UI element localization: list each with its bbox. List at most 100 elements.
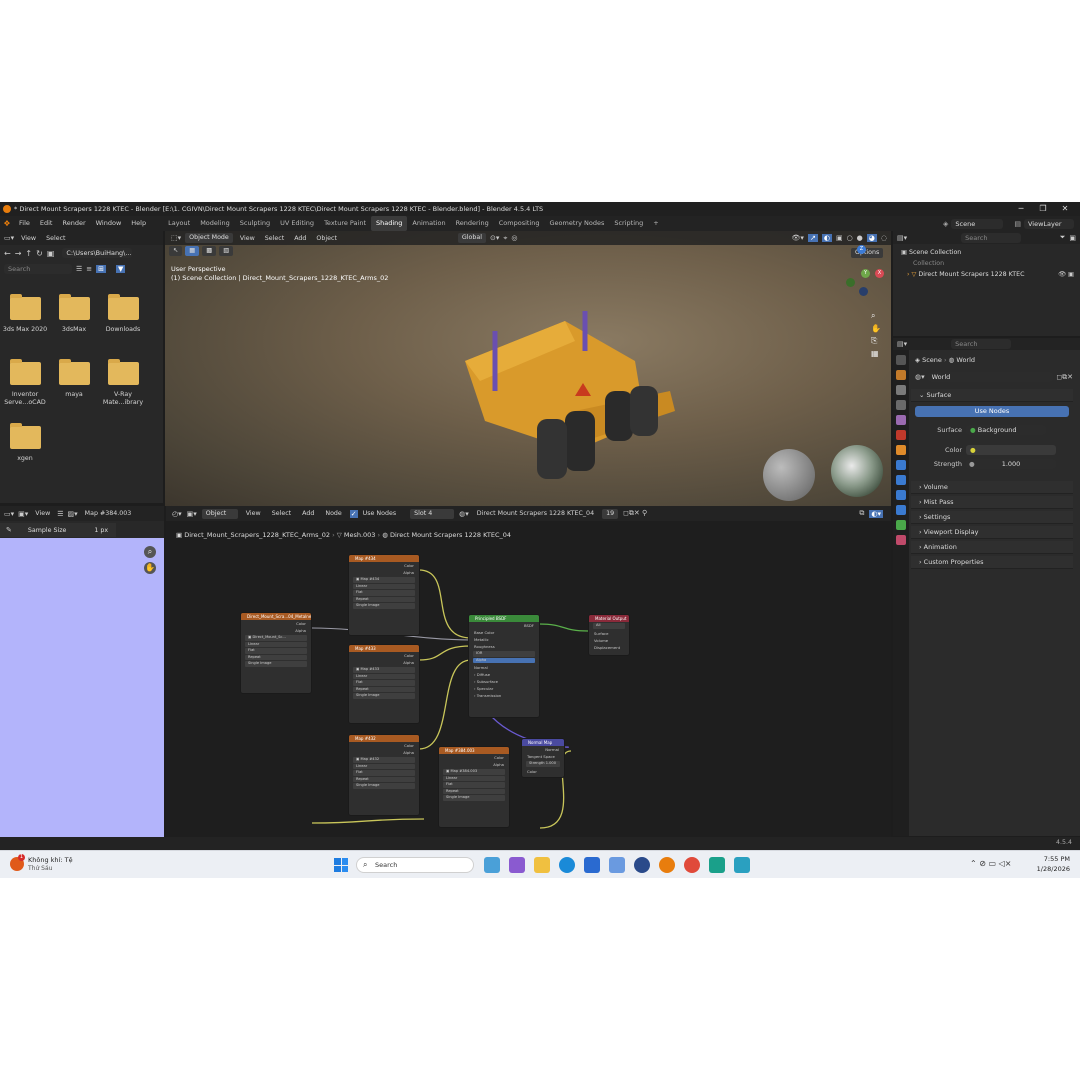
node-field[interactable]: Linear bbox=[443, 775, 505, 781]
app-icon[interactable] bbox=[634, 857, 650, 873]
clock-time[interactable]: 7:55 PM bbox=[1030, 855, 1070, 863]
node-field[interactable]: Flat bbox=[245, 648, 307, 654]
new-collection-icon[interactable]: ▣ bbox=[1069, 234, 1076, 242]
node-field[interactable]: Single Image bbox=[443, 795, 505, 801]
node-field[interactable]: ▣ Map #433 bbox=[353, 667, 415, 673]
surface-header[interactable]: ⌄ Surface bbox=[911, 389, 1073, 402]
node-field[interactable]: Linear bbox=[353, 673, 415, 679]
node-field[interactable]: Flat bbox=[443, 782, 505, 788]
node-field[interactable]: ▣ Direct_Mount_Sc... bbox=[245, 635, 307, 641]
store-icon[interactable] bbox=[584, 857, 600, 873]
view-layer-selector[interactable]: ViewLayer bbox=[1024, 218, 1074, 229]
fake-user-icon[interactable]: ◻⧉✕ bbox=[1056, 373, 1073, 382]
gizmo-z-axis[interactable]: Z bbox=[857, 245, 866, 254]
rendered-shading-icon[interactable]: ◌ bbox=[881, 234, 887, 242]
outliner-editor-icon[interactable]: ▤▾ bbox=[897, 234, 907, 242]
outliner-collection[interactable]: Collection bbox=[893, 258, 1080, 269]
folder-item[interactable]: maya bbox=[51, 359, 97, 399]
file-explorer-icon[interactable] bbox=[534, 857, 550, 873]
data-tab-icon[interactable] bbox=[896, 520, 906, 530]
image-texture-node[interactable]: Map #432 Color Alpha ▣ Map #432 Linear F… bbox=[348, 734, 420, 816]
node-field[interactable]: Single Image bbox=[245, 661, 307, 667]
tab-rendering[interactable]: Rendering bbox=[451, 216, 494, 231]
node-field[interactable]: Linear bbox=[245, 641, 307, 647]
task-view-icon[interactable] bbox=[484, 857, 500, 873]
viewport-display-section[interactable]: › Viewport Display bbox=[911, 526, 1073, 539]
tab-geometry-nodes[interactable]: Geometry Nodes bbox=[545, 216, 610, 231]
sample-tool-icon[interactable]: ✎ bbox=[6, 526, 12, 534]
select-box-icon[interactable]: ▦ bbox=[185, 246, 200, 256]
image-texture-node[interactable]: Direct_Mount_Scra...04_Metalness.png Col… bbox=[240, 612, 312, 694]
material-shading-icon[interactable]: ◕ bbox=[866, 234, 877, 242]
material-tab-icon[interactable] bbox=[896, 535, 906, 545]
image-browse-icon[interactable]: ▨▾ bbox=[68, 510, 78, 518]
custom-properties-section[interactable]: › Custom Properties bbox=[911, 556, 1073, 569]
gizmo-neg-y[interactable] bbox=[846, 278, 855, 287]
minimize-button[interactable]: ─ bbox=[1010, 202, 1032, 216]
viewport-editor-icon[interactable]: ⬚▾ bbox=[171, 234, 181, 242]
outliner-object[interactable]: › ▽ Direct Mount Scrapers 1228 KTEC 👁 ▣ bbox=[893, 269, 1080, 280]
parent-dir-icon[interactable]: ↑ bbox=[25, 249, 32, 258]
vp-select-menu[interactable]: Select bbox=[262, 235, 287, 242]
gizmo-y-axis[interactable]: Y bbox=[861, 269, 870, 278]
edge-icon[interactable] bbox=[559, 857, 575, 873]
object-tab-icon[interactable] bbox=[896, 445, 906, 455]
list-view-icon-2[interactable]: ≡ bbox=[86, 265, 92, 273]
constraints-tab-icon[interactable] bbox=[896, 505, 906, 515]
animation-section[interactable]: › Animation bbox=[911, 541, 1073, 554]
world-name-field[interactable]: World bbox=[927, 372, 1054, 382]
settings-section[interactable]: › Settings bbox=[911, 511, 1073, 524]
vp-object-menu[interactable]: Object bbox=[313, 235, 340, 242]
strength-field[interactable]: ● 1.000 bbox=[966, 459, 1056, 469]
node-field[interactable]: Single Image bbox=[353, 603, 415, 609]
select-mode-icon[interactable]: ▩ bbox=[202, 246, 217, 256]
node-field[interactable]: ▣ Map #434 bbox=[353, 577, 415, 583]
tab-shading[interactable]: Shading bbox=[371, 216, 408, 231]
node-field[interactable]: Repeat bbox=[245, 654, 307, 660]
sample-size-value[interactable]: 1 px bbox=[94, 527, 108, 534]
editor-type-icon[interactable]: ▭▾ bbox=[4, 234, 14, 242]
tab-scripting[interactable]: Scripting bbox=[609, 216, 648, 231]
menu-help[interactable]: Help bbox=[126, 216, 151, 231]
tab-texture-paint[interactable]: Texture Paint bbox=[319, 216, 371, 231]
copilot-icon[interactable] bbox=[509, 857, 525, 873]
gizmo-neg-z[interactable] bbox=[859, 287, 868, 296]
node-field[interactable]: Linear bbox=[353, 763, 415, 769]
scene-tab-icon[interactable] bbox=[896, 415, 906, 425]
normal-map-node[interactable]: Normal Map Normal Tangent Space Strength… bbox=[521, 738, 565, 778]
surface-shader-field[interactable]: ● Background bbox=[966, 425, 1046, 435]
volume-section[interactable]: › Volume bbox=[911, 481, 1073, 494]
node-field[interactable]: Flat bbox=[353, 770, 415, 776]
pivot-icon[interactable]: ⊙▾ bbox=[490, 234, 499, 242]
solid-shading-icon[interactable]: ● bbox=[857, 234, 863, 242]
add-workspace-button[interactable]: + bbox=[648, 216, 663, 231]
tab-layout[interactable]: Layout bbox=[163, 216, 195, 231]
back-icon[interactable]: ← bbox=[4, 249, 11, 258]
select-tool-icon[interactable]: ↖ bbox=[169, 246, 183, 256]
outliner-root[interactable]: ▣ Scene Collection bbox=[893, 247, 1080, 258]
tray-icons[interactable]: ⌃ ⊘ ▭ ◁× bbox=[970, 859, 1011, 868]
tab-animation[interactable]: Animation bbox=[407, 216, 450, 231]
node-field[interactable]: Repeat bbox=[353, 686, 415, 692]
pan-hand-icon[interactable]: ✋ bbox=[871, 324, 881, 333]
start-icon[interactable] bbox=[334, 858, 348, 872]
thumbnail-view-icon[interactable]: ⊞ bbox=[96, 265, 107, 273]
visibility-icon[interactable]: 👁▾ bbox=[792, 234, 804, 242]
modifier-tab-icon[interactable] bbox=[896, 460, 906, 470]
blender-menu-icon[interactable]: ❖ bbox=[0, 219, 14, 228]
gizmo-toggle-icon[interactable]: ↗ bbox=[807, 234, 818, 242]
orientation-dropdown[interactable]: Global bbox=[457, 233, 487, 243]
node-field[interactable]: Flat bbox=[353, 590, 415, 596]
refresh-icon[interactable]: ↻ bbox=[36, 249, 43, 258]
proportional-edit-icon[interactable]: ◎ bbox=[511, 234, 517, 242]
gizmo-x-axis[interactable]: X bbox=[875, 269, 884, 278]
folder-item[interactable]: xgen bbox=[2, 423, 48, 463]
3d-viewport[interactable]: ⬚▾ Object Mode View Select Add Object Gl… bbox=[165, 231, 891, 506]
object-mode-dropdown[interactable]: Object Mode bbox=[185, 233, 233, 243]
menu-file[interactable]: File bbox=[14, 216, 35, 231]
image-texture-node[interactable]: Map #434 Color Alpha ▣ Map #434 Linear F… bbox=[348, 554, 420, 636]
world-tab-icon[interactable] bbox=[896, 430, 906, 440]
visibility-eye-icon[interactable]: 👁 ▣ bbox=[1058, 269, 1074, 280]
path-field[interactable]: C:\Users\BuiHang\... bbox=[62, 248, 133, 258]
scraper-model[interactable] bbox=[425, 301, 685, 491]
